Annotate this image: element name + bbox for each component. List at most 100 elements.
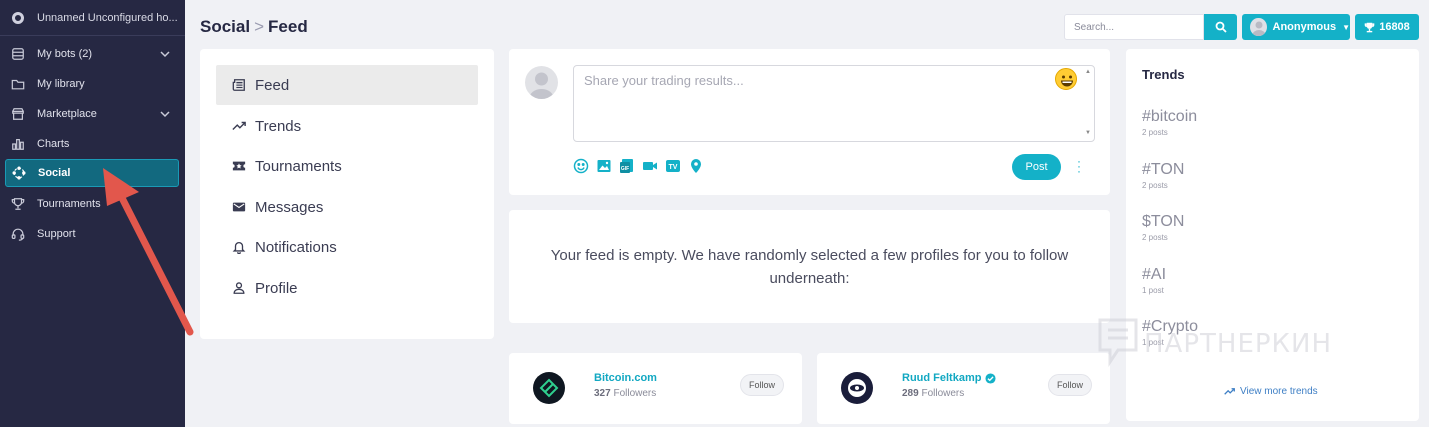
trend-item[interactable]: #bitcoin 2 posts [1142,108,1197,137]
trend-item[interactable]: $TON 2 posts [1142,213,1184,242]
search-button[interactable] [1204,14,1237,40]
newspaper-icon [232,79,245,91]
svg-text:GIF: GIF [621,166,629,172]
sidebar-item-label: Charts [37,138,70,150]
trend-count: 2 posts [1142,181,1168,190]
breadcrumb-separator: > [254,17,265,36]
sidebar-item-label: My library [37,78,85,90]
user-name: Anonymous [1272,21,1337,33]
chevron-down-icon[interactable] [159,48,171,60]
workspace-name: Unnamed Unconfigured ho... [37,11,178,24]
profile-name-link[interactable]: Ruud Feltkamp [902,372,996,384]
scroll-up-icon[interactable]: ▲ [1085,69,1091,75]
sidebar-item-label: Social [38,167,71,179]
followers-count: 327 Followers [594,388,657,399]
search-input[interactable] [1064,14,1204,40]
workspace-ring-icon [12,11,24,24]
sidebar-item-charts[interactable]: Charts [5,130,179,158]
social-network-icon [12,166,26,180]
gif-icon[interactable]: GIF [619,158,635,174]
store-icon [12,108,24,120]
svg-text:TV: TV [669,164,678,171]
profile-suggestion-card: Ruud Feltkamp 289 Followers Follow [817,353,1110,424]
follow-button[interactable]: Follow [740,374,784,396]
bell-icon [232,241,246,254]
empty-feed-message: Your feed is empty. We have randomly sel… [550,246,1069,287]
trend-item[interactable]: #TON 2 posts [1142,161,1184,190]
profile-suggestion-card: Bitcoin.com 327 Followers Follow [509,353,802,424]
menu-item-label: Messages [255,198,324,216]
breadcrumb: Social > Feed [200,17,308,37]
menu-item-label: Profile [255,279,298,297]
trend-tag[interactable]: #AI [1142,266,1166,284]
trend-count: 2 posts [1142,233,1168,242]
more-options-icon[interactable]: · · · [1075,155,1083,177]
sidebar-item-tournaments[interactable]: Tournaments [5,190,179,218]
breadcrumb-current: Feed [268,17,308,36]
sidebar-item-label: My bots (2) [37,48,93,60]
post-textarea[interactable] [573,65,1095,142]
ticket-star-icon [232,161,246,171]
headset-icon [11,228,25,241]
menu-item-notifications[interactable]: Notifications [216,227,478,267]
trends-title: Trends [1142,67,1185,82]
watermark-text: ПАРТНЕРКИН [1144,329,1333,359]
location-pin-icon[interactable] [688,158,704,174]
sidebar-item-my-bots[interactable]: My bots (2) [5,40,179,68]
post-button[interactable]: Post [1012,154,1061,180]
menu-item-trends[interactable]: Trends [216,106,478,146]
menu-item-label: Feed [255,76,290,94]
trending-up-icon [1224,388,1235,395]
menu-item-feed[interactable]: Feed [216,65,478,105]
menu-item-tournaments[interactable]: Tournaments [216,146,478,186]
sidebar-item-social[interactable]: Social [5,159,179,187]
watermark-logo-icon [1098,318,1138,367]
social-menu: Feed Trends Tournaments Messages Notific… [200,49,494,339]
mail-icon [232,202,246,212]
verified-badge-icon [985,372,996,384]
video-icon[interactable] [642,158,658,174]
composer-toolbar: GIF TV [573,158,711,174]
sidebar-item-marketplace[interactable]: Marketplace [5,100,179,128]
caret-down-icon: ▼ [1342,22,1350,32]
followers-count: 289 Followers [902,388,965,399]
sidebar-item-my-library[interactable]: My library [5,70,179,98]
trending-up-icon [232,121,246,130]
watermark: ПАРТНЕРКИН [1096,316,1332,372]
trophy-icon [11,198,25,210]
chevron-down-icon[interactable] [159,108,171,120]
bar-chart-icon [12,139,24,150]
avatar [525,66,558,99]
breadcrumb-parent[interactable]: Social [200,17,250,37]
image-icon[interactable] [596,158,612,174]
points-button[interactable]: 16808 [1355,14,1419,40]
user-menu-button[interactable]: Anonymous ▼ [1242,14,1350,40]
menu-item-messages[interactable]: Messages [216,187,478,227]
follow-button[interactable]: Follow [1048,374,1092,396]
trend-tag[interactable]: #bitcoin [1142,108,1197,126]
trend-item[interactable]: #AI 1 post [1142,266,1166,295]
emoji-picker-icon[interactable] [1055,68,1077,90]
sidebar-item-label: Tournaments [37,198,101,210]
search-icon [1215,21,1227,33]
view-more-trends-link[interactable]: View more trends [1224,386,1318,397]
sidebar-item-label: Marketplace [37,108,97,120]
menu-item-profile[interactable]: Profile [216,268,478,308]
menu-item-label: Trends [255,117,302,135]
bitcoin-com-logo[interactable] [533,372,565,404]
profile-name-link[interactable]: Bitcoin.com [594,372,657,384]
scroll-down-icon[interactable]: ▼ [1085,130,1091,136]
trend-count: 2 posts [1142,128,1168,137]
trend-tag[interactable]: $TON [1142,213,1184,231]
emoji-icon[interactable] [573,158,589,174]
avatar[interactable] [841,372,873,404]
tradingview-icon[interactable]: TV [665,158,681,174]
sidebar-item-label: Support [37,228,76,240]
trend-tag[interactable]: #TON [1142,161,1184,179]
sidebar-item-support[interactable]: Support [5,220,179,248]
menu-item-label: Tournaments [255,157,342,175]
workspace-selector[interactable]: Unnamed Unconfigured ho... [0,0,185,36]
menu-item-label: Notifications [255,238,337,256]
sidebar: Unnamed Unconfigured ho... My bots (2) M… [0,0,185,427]
bots-icon [12,48,24,60]
